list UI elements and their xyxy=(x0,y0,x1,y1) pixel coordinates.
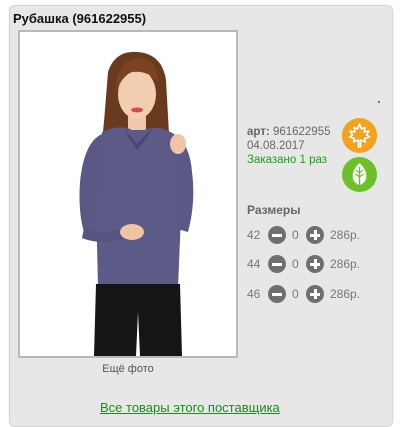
quantity-value: 0 xyxy=(292,228,299,242)
decrease-quantity-button[interactable] xyxy=(268,226,286,244)
increase-quantity-button[interactable] xyxy=(306,285,324,303)
product-info: арт: 961622955 04.08.2017 Заказано 1 раз xyxy=(247,125,331,167)
price-value: 286р. xyxy=(330,257,361,271)
product-date: 04.08.2017 xyxy=(247,140,305,152)
price-value: 286р. xyxy=(330,287,361,301)
supplier-products-link[interactable]: Все товары этого поставщика xyxy=(100,400,280,415)
decrease-quantity-button[interactable] xyxy=(268,285,286,303)
size-value: 46 xyxy=(247,287,261,301)
quantity-value: 0 xyxy=(292,287,299,301)
size-row: 44 0 286р. xyxy=(247,255,377,273)
product-title: Рубашка (961622955) xyxy=(13,11,147,26)
price-value: 286р. xyxy=(330,228,361,242)
article-label: арт: xyxy=(247,126,270,138)
maple-leaf-icon[interactable] xyxy=(342,118,377,153)
article-value: 961622955 xyxy=(272,126,331,138)
product-photo-image xyxy=(20,32,236,356)
quantity-value: 0 xyxy=(292,257,299,271)
leaf-icon[interactable] xyxy=(342,157,377,192)
separator-dot xyxy=(378,101,380,103)
size-value: 42 xyxy=(247,228,261,242)
article-line: арт: 961622955 xyxy=(247,125,331,139)
more-photos-link[interactable]: Ещё фото xyxy=(18,363,238,375)
ordered-count: Заказано 1 раз xyxy=(247,154,328,166)
increase-quantity-button[interactable] xyxy=(306,255,324,273)
sizes-title: Размеры xyxy=(247,203,301,217)
decrease-quantity-button[interactable] xyxy=(268,255,286,273)
increase-quantity-button[interactable] xyxy=(306,226,324,244)
size-value: 44 xyxy=(247,257,261,271)
size-row: 46 0 286р. xyxy=(247,285,377,303)
size-row: 42 0 286р. xyxy=(247,226,377,244)
product-photo[interactable] xyxy=(18,30,238,358)
